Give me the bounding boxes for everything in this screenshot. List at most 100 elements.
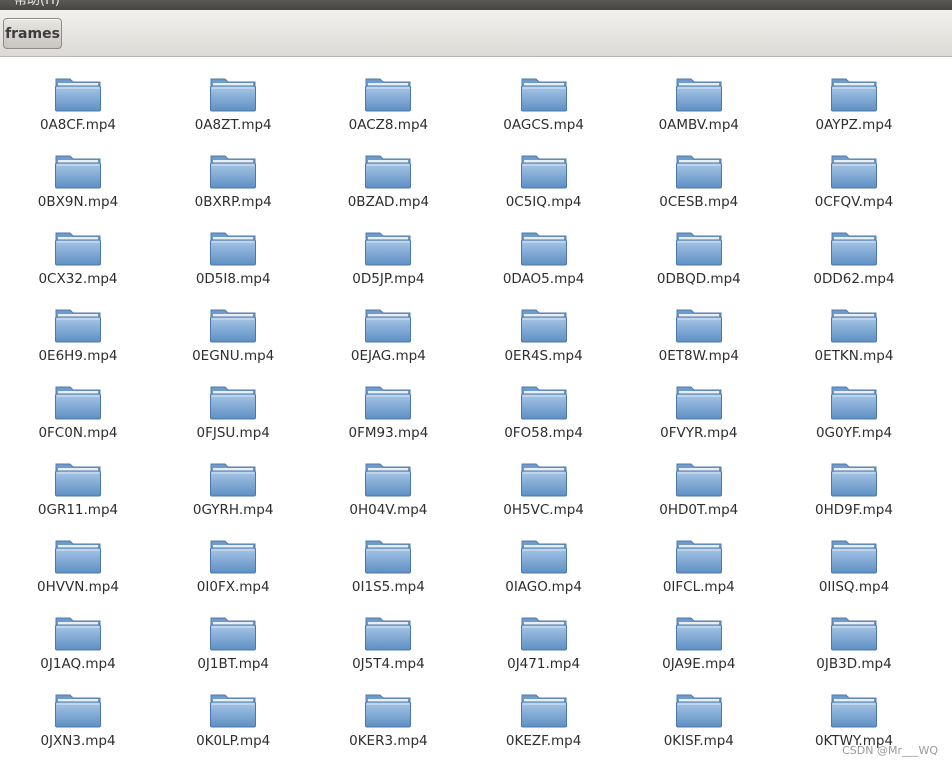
folder-icon	[520, 386, 567, 420]
folder-label: 0KISF.mp4	[663, 733, 734, 749]
folder-item[interactable]: 0DAO5.mp4	[484, 214, 604, 288]
folder-item[interactable]: 0J1AQ.mp4	[18, 599, 138, 673]
file-grid: 0A8CF.mp4 0A8ZT.mp4 0ACZ8.mp4 0AGCS.mp4 0AMB…	[0, 58, 952, 766]
folder-item[interactable]: 0JB3D.mp4	[794, 599, 914, 673]
folder-item[interactable]: 0IFCL.mp4	[639, 522, 759, 596]
folder-item[interactable]: 0IAGO.mp4	[484, 522, 604, 596]
folder-label: 0D5JP.mp4	[352, 271, 425, 287]
folder-icon	[55, 617, 101, 651]
folder-item[interactable]: 0A8ZT.mp4	[173, 60, 293, 134]
folder-icon	[55, 155, 101, 189]
folder-item[interactable]: 0I0FX.mp4	[173, 522, 293, 596]
folder-icon	[675, 463, 722, 497]
folder-item[interactable]: 0BXRP.mp4	[173, 137, 293, 211]
folder-item[interactable]: 0KTWY.mp4	[794, 676, 914, 750]
folder-item[interactable]: 0FO58.mp4	[484, 368, 604, 442]
menu-help[interactable]: 帮助(H)	[14, 0, 60, 9]
folder-item[interactable]: 0GYRH.mp4	[173, 445, 293, 519]
folder-item[interactable]: 0IISQ.mp4	[794, 522, 914, 596]
folder-item[interactable]: 0H5VC.mp4	[484, 445, 604, 519]
folder-item[interactable]: 0AYPZ.mp4	[794, 60, 914, 134]
folder-icon	[831, 309, 877, 343]
folder-item[interactable]: 0KEZF.mp4	[484, 676, 604, 750]
folder-label: 0C5IQ.mp4	[505, 194, 582, 210]
folder-label: 0HD0T.mp4	[659, 502, 739, 518]
folder-item[interactable]: 0JA9E.mp4	[639, 599, 759, 673]
folder-item[interactable]: 0C5IQ.mp4	[484, 137, 604, 211]
folder-item[interactable]: 0BX9N.mp4	[18, 137, 138, 211]
folder-label: 0I0FX.mp4	[196, 579, 270, 595]
folder-item[interactable]: 0ETKN.mp4	[794, 291, 914, 365]
folder-label: 0GR11.mp4	[37, 502, 119, 518]
folder-label: 0GYRH.mp4	[192, 502, 274, 518]
folder-icon	[831, 540, 877, 574]
folder-label: 0ETKN.mp4	[814, 348, 894, 364]
folder-icon	[675, 386, 722, 420]
folder-item[interactable]: 0DBQD.mp4	[639, 214, 759, 288]
folder-label: 0JB3D.mp4	[816, 656, 892, 672]
folder-item[interactable]: 0FVYR.mp4	[639, 368, 759, 442]
folder-item[interactable]: 0HVVN.mp4	[18, 522, 138, 596]
breadcrumb-frames[interactable]: frames	[3, 18, 62, 49]
folder-icon	[55, 78, 101, 112]
folder-item[interactable]: 0ACZ8.mp4	[328, 60, 448, 134]
folder-item[interactable]: 0CFQV.mp4	[794, 137, 914, 211]
folder-label: 0DBQD.mp4	[656, 271, 741, 287]
folder-item[interactable]: 0AMBV.mp4	[639, 60, 759, 134]
folder-item[interactable]: 0HD9F.mp4	[794, 445, 914, 519]
folder-item[interactable]: 0E6H9.mp4	[18, 291, 138, 365]
folder-label: 0CESB.mp4	[659, 194, 739, 210]
folder-item[interactable]: 0CX32.mp4	[18, 214, 138, 288]
folder-label: 0J1AQ.mp4	[40, 656, 116, 672]
folder-item[interactable]: 0HD0T.mp4	[639, 445, 759, 519]
folder-icon	[520, 232, 567, 266]
folder-icon	[210, 386, 257, 420]
folder-label: 0IFCL.mp4	[662, 579, 735, 595]
folder-icon	[831, 155, 877, 189]
folder-item[interactable]: 0FC0N.mp4	[18, 368, 138, 442]
folder-icon	[675, 78, 722, 112]
folder-item[interactable]: 0CESB.mp4	[639, 137, 759, 211]
folder-label: 0JA9E.mp4	[662, 656, 736, 672]
folder-label: 0AYPZ.mp4	[815, 117, 893, 133]
folder-label: 0FVYR.mp4	[660, 425, 738, 441]
folder-item[interactable]: 0H04V.mp4	[328, 445, 448, 519]
folder-icon	[55, 309, 101, 343]
folder-item[interactable]: 0G0YF.mp4	[794, 368, 914, 442]
folder-icon	[55, 540, 101, 574]
folder-item[interactable]: 0ET8W.mp4	[639, 291, 759, 365]
folder-icon	[365, 309, 412, 343]
folder-item[interactable]: 0KER3.mp4	[328, 676, 448, 750]
folder-item[interactable]: 0I1S5.mp4	[328, 522, 448, 596]
folder-icon	[210, 540, 257, 574]
folder-item[interactable]: 0K0LP.mp4	[173, 676, 293, 750]
folder-item[interactable]: 0AGCS.mp4	[484, 60, 604, 134]
folder-item[interactable]: 0KISF.mp4	[639, 676, 759, 750]
menubar: 帮助(H)	[0, 0, 952, 10]
watermark: CSDN @Mr___WQ	[842, 744, 938, 757]
folder-item[interactable]: 0FJSU.mp4	[173, 368, 293, 442]
folder-item[interactable]: 0DD62.mp4	[794, 214, 914, 288]
folder-icon	[831, 232, 877, 266]
folder-item[interactable]: 0A8CF.mp4	[18, 60, 138, 134]
folder-item[interactable]: 0D5I8.mp4	[173, 214, 293, 288]
folder-label: 0ACZ8.mp4	[348, 117, 429, 133]
folder-item[interactable]: 0BZAD.mp4	[328, 137, 448, 211]
folder-icon	[520, 463, 567, 497]
folder-icon	[831, 78, 877, 112]
folder-label: 0EGNU.mp4	[192, 348, 275, 364]
folder-label: 0H04V.mp4	[349, 502, 428, 518]
folder-label: 0JXN3.mp4	[40, 733, 116, 749]
folder-item[interactable]: 0EGNU.mp4	[173, 291, 293, 365]
folder-item[interactable]: 0ER4S.mp4	[484, 291, 604, 365]
folder-item[interactable]: 0GR11.mp4	[18, 445, 138, 519]
folder-item[interactable]: 0J5T4.mp4	[328, 599, 448, 673]
folder-item[interactable]: 0D5JP.mp4	[328, 214, 448, 288]
folder-item[interactable]: 0FM93.mp4	[328, 368, 448, 442]
folder-item[interactable]: 0J471.mp4	[484, 599, 604, 673]
folder-item[interactable]: 0J1BT.mp4	[173, 599, 293, 673]
folder-item[interactable]: 0EJAG.mp4	[328, 291, 448, 365]
folder-item[interactable]: 0JXN3.mp4	[18, 676, 138, 750]
folder-label: 0ER4S.mp4	[504, 348, 583, 364]
folder-icon	[55, 232, 101, 266]
